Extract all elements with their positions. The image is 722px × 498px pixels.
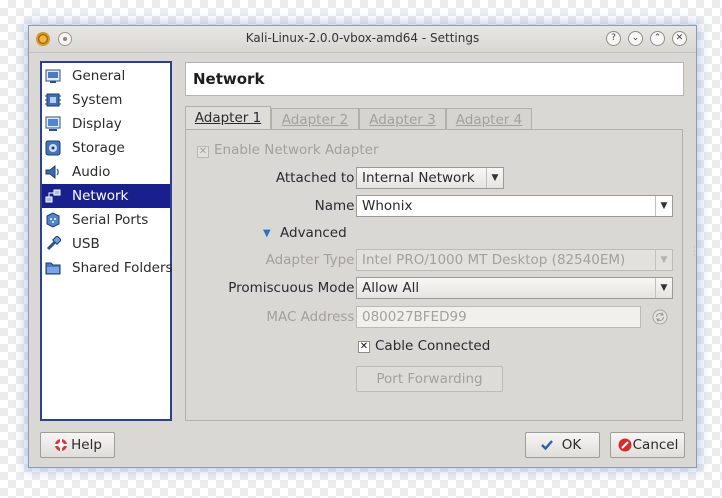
help-button[interactable]: Help bbox=[40, 432, 115, 458]
chevron-down-icon: ▼ bbox=[655, 196, 672, 216]
mac-address-field[interactable]: 080027BFED99 bbox=[356, 306, 641, 328]
sidebar-item-display[interactable]: Display bbox=[42, 112, 170, 136]
page-header: Network bbox=[185, 62, 684, 96]
sidebar-item-label: Audio bbox=[72, 164, 111, 180]
chevron-down-icon: ▼ bbox=[486, 168, 503, 188]
sidebar-item-label: Serial Ports bbox=[72, 212, 149, 228]
window-title: Kali-Linux-2.0.0-vbox-amd64 - Settings bbox=[245, 31, 480, 45]
chevron-down-icon: ▼ bbox=[655, 250, 672, 270]
enable-adapter-label: Enable Network Adapter bbox=[214, 142, 379, 158]
checkmark-icon bbox=[541, 440, 553, 451]
maximize-button[interactable]: ⌃ bbox=[650, 31, 665, 46]
promiscuous-mode-select[interactable]: Allow All ▼ bbox=[356, 277, 673, 299]
tab-adapter-4[interactable]: Adapter 4 bbox=[446, 108, 532, 130]
sidebar-item-serial-ports[interactable]: Serial Ports bbox=[42, 208, 170, 232]
port-forwarding-button[interactable]: Port Forwarding bbox=[356, 366, 503, 392]
minimize-button[interactable]: ⌄ bbox=[628, 31, 643, 46]
sidebar-item-label: System bbox=[72, 92, 123, 108]
advanced-toggle[interactable]: Advanced bbox=[280, 225, 347, 241]
settings-sidebar: General System Display Storage Audio Net… bbox=[40, 61, 173, 421]
name-label: Name: bbox=[314, 198, 359, 214]
expand-triangle-icon[interactable]: ▼ bbox=[263, 228, 271, 239]
lifebuoy-icon bbox=[55, 439, 67, 451]
attached-to-label: Attached to: bbox=[275, 170, 359, 186]
sidebar-item-label: General bbox=[72, 68, 126, 84]
enable-adapter-checkbox[interactable]: ✕ bbox=[197, 146, 209, 158]
sidebar-item-system[interactable]: System bbox=[42, 88, 170, 112]
cable-connected-label: Cable Connected bbox=[375, 338, 491, 354]
sidebar-item-shared-folders[interactable]: Shared Folders bbox=[42, 256, 173, 280]
sidebar-item-usb[interactable]: USB bbox=[42, 232, 170, 256]
attached-to-select[interactable]: Internal Network ▼ bbox=[356, 167, 504, 189]
promiscuous-mode-label: Promiscuous Mode: bbox=[228, 280, 359, 296]
tab-adapter-3[interactable]: Adapter 3 bbox=[359, 108, 446, 130]
sidebar-item-label: Storage bbox=[72, 140, 125, 156]
help-title-button[interactable]: ? bbox=[606, 31, 621, 46]
sidebar-item-label: Display bbox=[72, 116, 122, 132]
ok-button[interactable]: OK bbox=[525, 432, 600, 458]
sidebar-item-label: Shared Folders bbox=[72, 260, 173, 276]
adapter-panel: ✕ Enable Network Adapter Attached to: In… bbox=[185, 129, 683, 421]
network-icon bbox=[45, 189, 61, 203]
adapter-type-select[interactable]: Intel PRO/1000 MT Desktop (82540EM) ▼ bbox=[356, 249, 673, 271]
sidebar-item-label: Network bbox=[72, 188, 129, 204]
general-icon bbox=[45, 69, 61, 83]
settings-window: Kali-Linux-2.0.0-vbox-amd64 - Settings ?… bbox=[28, 25, 697, 468]
cancel-icon bbox=[618, 438, 632, 452]
display-icon bbox=[45, 116, 61, 131]
usb-icon bbox=[46, 236, 61, 251]
cancel-button[interactable]: Cancel bbox=[610, 432, 685, 458]
adapter-type-label: Adapter Type: bbox=[265, 252, 359, 268]
system-icon bbox=[45, 93, 61, 107]
audio-icon bbox=[45, 164, 59, 180]
storage-icon bbox=[45, 140, 61, 156]
refresh-icon[interactable] bbox=[652, 309, 668, 325]
title-bar: Kali-Linux-2.0.0-vbox-amd64 - Settings ?… bbox=[29, 26, 696, 53]
sidebar-item-general[interactable]: General bbox=[42, 64, 170, 88]
tab-adapter-2[interactable]: Adapter 2 bbox=[271, 108, 359, 130]
sidebar-item-network[interactable]: Network bbox=[42, 184, 170, 208]
mac-address-label: MAC Address: bbox=[266, 309, 359, 325]
cable-connected-checkbox[interactable]: ✕ bbox=[358, 341, 370, 353]
resize-grip[interactable]: · · · bbox=[693, 244, 696, 260]
shared-folders-icon bbox=[45, 262, 61, 275]
chevron-down-icon: ▼ bbox=[655, 278, 672, 298]
sidebar-item-storage[interactable]: Storage bbox=[42, 136, 170, 160]
sidebar-item-label: USB bbox=[72, 236, 100, 252]
sidebar-item-audio[interactable]: Audio bbox=[42, 160, 170, 184]
page-title: Network bbox=[193, 70, 265, 88]
serial-ports-icon bbox=[46, 212, 60, 228]
close-button[interactable]: ✕ bbox=[672, 31, 687, 46]
network-name-combo[interactable]: Whonix ▼ bbox=[356, 195, 673, 217]
tab-adapter-1[interactable]: Adapter 1 bbox=[185, 106, 271, 130]
